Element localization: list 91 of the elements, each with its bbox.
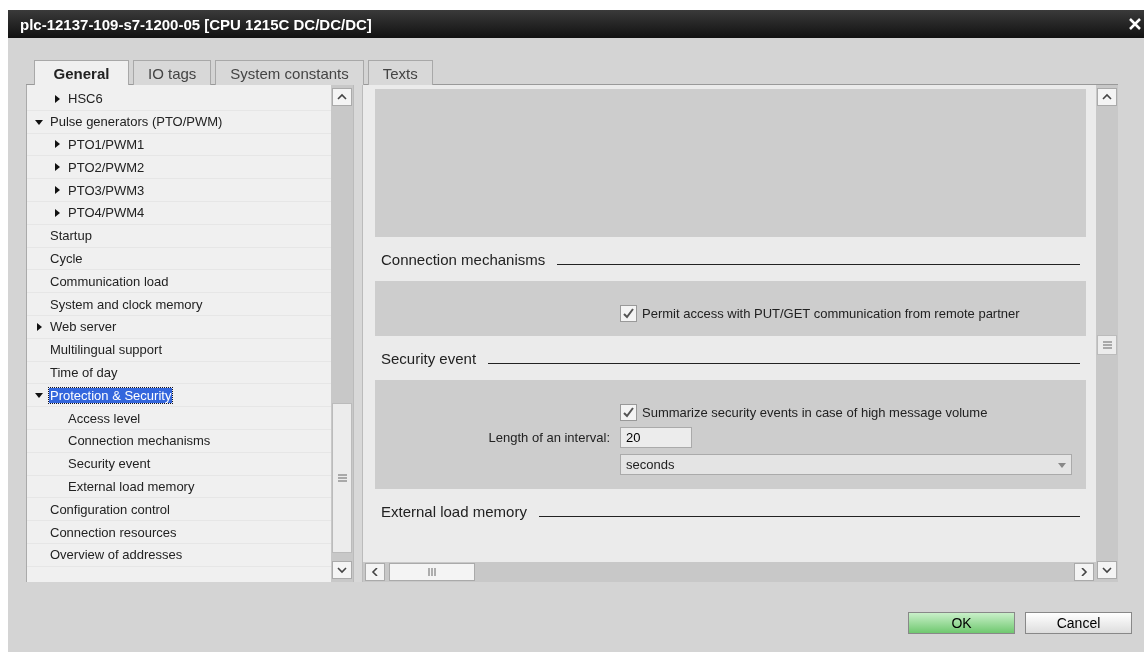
tree-item[interactable]: Communication load <box>27 270 331 294</box>
tree-item[interactable]: PTO3/PWM3 <box>27 179 331 202</box>
tree-item[interactable]: PTO4/PWM4 <box>27 202 331 225</box>
tree-item[interactable]: System and clock memory <box>27 293 331 316</box>
checkmark-icon <box>622 406 635 419</box>
tree-item[interactable]: Connection resources <box>27 521 331 544</box>
interval-field[interactable]: 20 <box>620 427 692 448</box>
tree-item-label: Connection resources <box>49 524 178 540</box>
tree-item[interactable]: Security event <box>27 452 331 476</box>
tree-item-label: Security event <box>67 456 152 472</box>
tree-scrollbar[interactable] <box>331 85 353 582</box>
scroll-down-button[interactable] <box>332 561 352 579</box>
collapsed-arrow-icon[interactable] <box>53 186 61 195</box>
tree-item[interactable]: Access level <box>27 407 331 430</box>
ok-button[interactable]: OK <box>908 612 1015 634</box>
tree-item[interactable]: Multilingual support <box>27 338 331 362</box>
tree-item-label: Access level <box>67 410 142 426</box>
grip-icon <box>427 568 437 576</box>
tree-item-label: Time of day <box>49 364 119 380</box>
tree-item-label: Communication load <box>49 273 170 289</box>
tab[interactable]: IO tags <box>133 60 212 85</box>
tree-item[interactable]: Web server <box>27 315 331 339</box>
tree-item-label: PTO2/PWM2 <box>67 159 146 175</box>
expanded-arrow-icon[interactable] <box>35 391 43 400</box>
scroll-up-button[interactable] <box>332 88 352 106</box>
grip-icon <box>1102 341 1112 349</box>
tree-item[interactable]: PTO1/PWM1 <box>27 133 331 157</box>
checkmark-icon <box>622 307 635 320</box>
tree-item[interactable]: Configuration control <box>27 498 331 522</box>
field-label: Length of an interval: <box>488 430 610 445</box>
tree-item[interactable]: Cycle <box>27 247 331 271</box>
section-heading: Connection mechanisms <box>381 250 546 268</box>
section-heading: Security event <box>381 349 477 367</box>
chevron-left-icon[interactable] <box>370 568 380 576</box>
expanded-arrow-icon[interactable] <box>35 117 43 126</box>
tree-item[interactable]: Overview of addresses <box>27 543 331 567</box>
checkbox-label: Permit access with PUT/GET communication from remote partner <box>642 306 1020 321</box>
tree-item-label: HSC6 <box>67 91 104 107</box>
tab[interactable]: General <box>34 60 129 86</box>
tree-item-label: PTO4/PWM4 <box>67 205 146 221</box>
tree-item[interactable]: Startup <box>27 224 331 248</box>
collapsed-arrow-icon[interactable] <box>53 208 61 217</box>
checkbox[interactable] <box>620 305 637 322</box>
tree-item-label: Web server <box>49 319 118 335</box>
tree-item[interactable]: HSC6 <box>27 88 331 111</box>
tree-item-label: System and clock memory <box>49 296 204 312</box>
tree-item-label: Pulse generators (PTO/PWM) <box>49 114 224 130</box>
tree-item-label: Protection & Security <box>49 387 173 403</box>
tab[interactable]: Texts <box>367 60 433 85</box>
scroll-thumb[interactable] <box>389 563 475 581</box>
close-icon[interactable] <box>1129 18 1141 30</box>
chevron-up-icon[interactable] <box>337 93 347 101</box>
scroll-down-button[interactable] <box>1097 561 1117 579</box>
tree-item[interactable]: External load memory <box>27 475 331 499</box>
tree-item[interactable]: Time of day <box>27 361 331 385</box>
tree-item[interactable]: Protection & Security <box>27 384 331 408</box>
collapsed-arrow-icon[interactable] <box>53 163 61 172</box>
window-title: plc-12137-109-s7-1200-05 [CPU 1215C DC/DC/DC] <box>20 15 372 33</box>
scroll-right-button[interactable] <box>1074 563 1094 581</box>
chevron-down-icon[interactable] <box>1102 566 1112 574</box>
scroll-thumb[interactable] <box>332 403 352 553</box>
grip-icon <box>337 474 347 482</box>
scroll-up-button[interactable] <box>1097 88 1117 106</box>
tree-item-label: Cycle <box>49 250 84 266</box>
tree-item[interactable]: PTO2/PWM2 <box>27 156 331 180</box>
tree-item-label: Configuration control <box>49 501 171 517</box>
horizontal-scrollbar[interactable] <box>363 562 1096 582</box>
scroll-thumb[interactable] <box>1097 335 1117 355</box>
tree-item-label: Startup <box>49 228 93 244</box>
section-heading: External load memory <box>381 502 527 520</box>
chevron-right-icon[interactable] <box>1079 568 1089 576</box>
content-scrollbar[interactable] <box>1096 85 1118 582</box>
tree-item-label: PTO3/PWM3 <box>67 182 146 198</box>
tree-item-label: PTO1/PWM1 <box>67 137 146 152</box>
checkbox[interactable] <box>620 404 637 421</box>
chevron-up-icon[interactable] <box>1102 93 1112 101</box>
unit-dropdown[interactable]: seconds <box>620 454 1072 475</box>
collapsed-arrow-icon[interactable] <box>35 322 43 331</box>
tab[interactable]: System constants <box>215 60 364 85</box>
tree-item-label: Overview of addresses <box>49 547 184 563</box>
tree-item[interactable]: Pulse generators (PTO/PWM) <box>27 110 331 134</box>
tree-item-label: External load memory <box>67 478 196 494</box>
tree-item-label: Connection mechanisms <box>67 433 212 449</box>
checkbox-label: Summarize security events in case of high message volume <box>642 405 988 420</box>
collapsed-arrow-icon[interactable] <box>53 94 61 103</box>
tree-item-label: Multilingual support <box>49 342 163 358</box>
cancel-button[interactable]: Cancel <box>1025 612 1132 634</box>
tree-item[interactable]: Connection mechanisms <box>27 429 331 453</box>
chevron-down-icon[interactable] <box>337 566 347 574</box>
collapsed-arrow-icon[interactable] <box>53 140 61 149</box>
scroll-left-button[interactable] <box>365 563 385 581</box>
